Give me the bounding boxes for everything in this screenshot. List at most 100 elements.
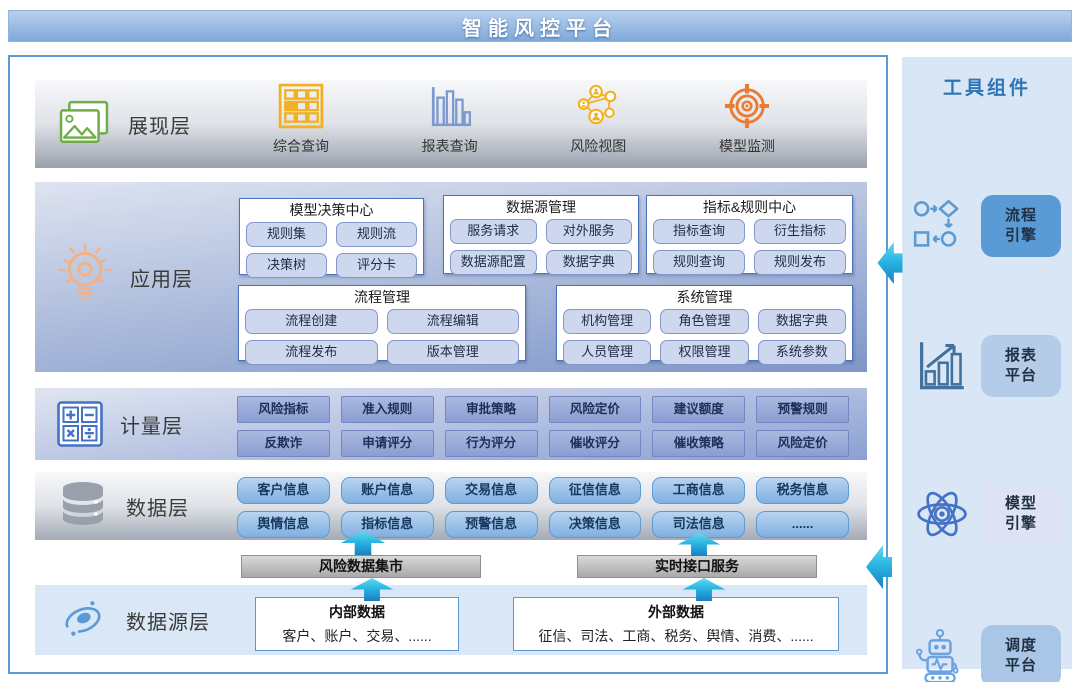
presentation-item-label: 综合查询	[273, 136, 329, 156]
risk-platform-diagram: 智能风控平台 展现层 综合查询 报表查询 风险视图 模型监测 应用层	[0, 0, 1080, 682]
internal-data-desc: 客户、账户、交易、......	[256, 626, 458, 646]
data-layer-label: 数据层	[126, 492, 189, 521]
galaxy-icon	[57, 594, 109, 646]
presentation-item: 模型监测	[686, 83, 808, 156]
bulb-gear-icon	[57, 241, 113, 313]
grid-icon	[278, 83, 324, 129]
group-title: 指标&规则中心	[653, 198, 846, 217]
data-item: 预警信息	[445, 511, 538, 538]
left-arrow-icon	[877, 239, 903, 287]
app-item: 规则集	[246, 222, 327, 247]
group-indicator-rule-center: 指标&规则中心 指标查询 衍生指标 规则查询 规则发布	[646, 195, 853, 274]
app-item: 衍生指标	[754, 219, 846, 244]
app-item: 规则流	[336, 222, 417, 247]
app-item: 流程编辑	[387, 309, 520, 334]
presentation-item: 报表查询	[389, 83, 511, 156]
report-chart-icon	[913, 336, 967, 396]
measure-item: 风险定价	[549, 396, 642, 423]
external-data-desc: 征信、司法、工商、税务、舆情、消费、......	[514, 626, 838, 646]
presentation-layer-head: 展现层	[35, 80, 250, 168]
app-item: 数据字典	[546, 250, 633, 275]
group-items: 流程创建 流程编辑 流程发布 版本管理	[245, 309, 519, 365]
risk-data-mart-bar: 风险数据集市	[241, 555, 481, 578]
tool-model-engine: 模型 引擎	[913, 483, 1061, 545]
group-items: 机构管理 角色管理 数据字典 人员管理 权限管理 系统参数	[563, 309, 846, 365]
app-item: 人员管理	[563, 340, 651, 365]
group-title: 数据源管理	[450, 198, 632, 217]
photos-icon	[57, 100, 111, 148]
tool-label-line: 引擎	[1005, 514, 1037, 534]
group-title: 模型决策中心	[246, 201, 417, 220]
database-icon	[57, 480, 109, 532]
left-arrow-icon	[866, 542, 892, 592]
presentation-item-label: 模型监测	[719, 136, 775, 156]
target-icon	[724, 83, 770, 129]
tool-scheduler-platform: 调度 平台	[913, 625, 1061, 682]
data-item: 账户信息	[341, 477, 434, 504]
tool-box: 模型 引擎	[981, 483, 1061, 545]
group-title: 系统管理	[563, 288, 846, 307]
tool-label-line: 报表	[1005, 346, 1037, 366]
network-icon	[574, 83, 622, 129]
tool-label-line: 调度	[1005, 636, 1037, 656]
data-item: 舆情信息	[237, 511, 330, 538]
atom-icon	[913, 484, 971, 544]
measure-item: 申请评分	[341, 430, 434, 457]
measure-item: 反欺诈	[237, 430, 330, 457]
up-arrow-icon	[340, 531, 386, 555]
data-layer-head: 数据层	[35, 472, 250, 540]
measure-item: 风险指标	[237, 396, 330, 423]
bar-chart-icon	[427, 83, 473, 129]
up-arrow-icon	[676, 533, 722, 556]
tool-report-platform: 报表 平台	[913, 335, 1061, 397]
robot-icon	[913, 628, 965, 682]
app-item: 权限管理	[660, 340, 748, 365]
tool-label-line: 流程	[1005, 206, 1037, 226]
measure-item: 行为评分	[445, 430, 538, 457]
group-process-management: 流程管理 流程创建 流程编辑 流程发布 版本管理	[238, 285, 526, 361]
group-model-decision-center: 模型决策中心 规则集 规则流 决策树 评分卡	[239, 198, 424, 275]
tools-sidebar: 工具组件 流程 引擎 报表 平台 模型 引擎 调度	[902, 57, 1072, 669]
data-item: 决策信息	[549, 511, 642, 538]
tool-label-line: 平台	[1005, 656, 1037, 676]
group-items: 服务请求 对外服务 数据源配置 数据字典	[450, 219, 632, 275]
tool-box: 流程 引擎	[981, 195, 1061, 257]
data-items: 客户信息 账户信息 交易信息 征信信息 工商信息 税务信息 舆情信息 指标信息 …	[237, 477, 849, 538]
app-item: 评分卡	[336, 253, 417, 278]
up-arrow-icon	[681, 578, 727, 601]
measurement-layer-label: 计量层	[120, 410, 183, 439]
external-data-title: 外部数据	[514, 602, 838, 622]
presentation-item-label: 风险视图	[570, 136, 626, 156]
data-item: ......	[756, 511, 849, 538]
measure-item: 审批策略	[445, 396, 538, 423]
measure-item: 风险定价	[756, 430, 849, 457]
tool-label-line: 平台	[1005, 366, 1037, 386]
data-item: 客户信息	[237, 477, 330, 504]
realtime-api-bar: 实时接口服务	[577, 555, 817, 578]
measure-item: 催收策略	[652, 430, 745, 457]
app-item: 决策树	[246, 253, 327, 278]
app-item: 规则发布	[754, 250, 846, 275]
app-item: 对外服务	[546, 219, 633, 244]
data-item: 税务信息	[756, 477, 849, 504]
data-item: 交易信息	[445, 477, 538, 504]
presentation-items: 综合查询 报表查询 风险视图 模型监测	[240, 83, 808, 156]
datasource-layer-head: 数据源层	[35, 585, 250, 655]
external-data-box: 外部数据 征信、司法、工商、税务、舆情、消费、......	[513, 597, 839, 651]
flowchart-icon	[913, 197, 969, 255]
app-item: 指标查询	[653, 219, 745, 244]
tool-box: 报表 平台	[981, 335, 1061, 397]
group-datasource-management: 数据源管理 服务请求 对外服务 数据源配置 数据字典	[443, 195, 639, 274]
data-item: 工商信息	[652, 477, 745, 504]
tool-box: 调度 平台	[981, 625, 1061, 682]
app-item: 系统参数	[758, 340, 846, 365]
presentation-layer-label: 展现层	[128, 110, 191, 139]
page-title: 智能风控平台	[8, 10, 1072, 42]
up-arrow-icon	[349, 578, 395, 601]
internal-data-box: 内部数据 客户、账户、交易、......	[255, 597, 459, 651]
measure-item: 建议额度	[652, 396, 745, 423]
presentation-item-label: 报表查询	[422, 136, 478, 156]
measure-item: 准入规则	[341, 396, 434, 423]
measurement-items: 风险指标 准入规则 审批策略 风险定价 建议额度 预警规则 反欺诈 申请评分 行…	[237, 396, 849, 457]
app-item: 规则查询	[653, 250, 745, 275]
